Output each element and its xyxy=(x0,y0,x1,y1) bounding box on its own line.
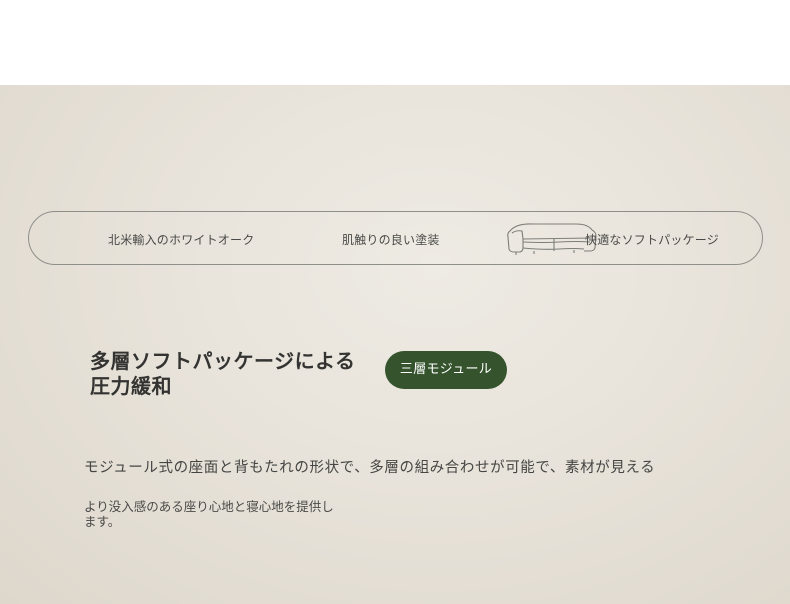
three-layer-module-badge[interactable]: 三層モジュール xyxy=(385,351,507,389)
feature-description: モジュール式の座面と背もたれの形状で、多層の組み合わせが可能で、素材が見える xyxy=(84,460,656,476)
section-headline: 多層ソフトパッケージによる圧力緩和 xyxy=(90,349,356,398)
product-feature-panel: 北米輸入のホワイトオーク 肌触りの良い塗装 快適なソフトパッケージ 多層ソフトパ… xyxy=(0,85,790,604)
feature-soft-package: 快適なソフトパッケージ xyxy=(585,233,719,247)
feature-white-oak: 北米輸入のホワイトオーク xyxy=(108,233,255,247)
feature-smooth-coating: 肌触りの良い塗装 xyxy=(342,233,440,247)
page: 北米輸入のホワイトオーク 肌触りの良い塗装 快適なソフトパッケージ 多層ソフトパ… xyxy=(0,0,790,604)
feature-bar: 北米輸入のホワイトオーク 肌触りの良い塗装 快適なソフトパッケージ xyxy=(28,211,763,265)
feature-subtext: より没入感のある座り心地と寝心地を提供します。 xyxy=(84,499,334,529)
